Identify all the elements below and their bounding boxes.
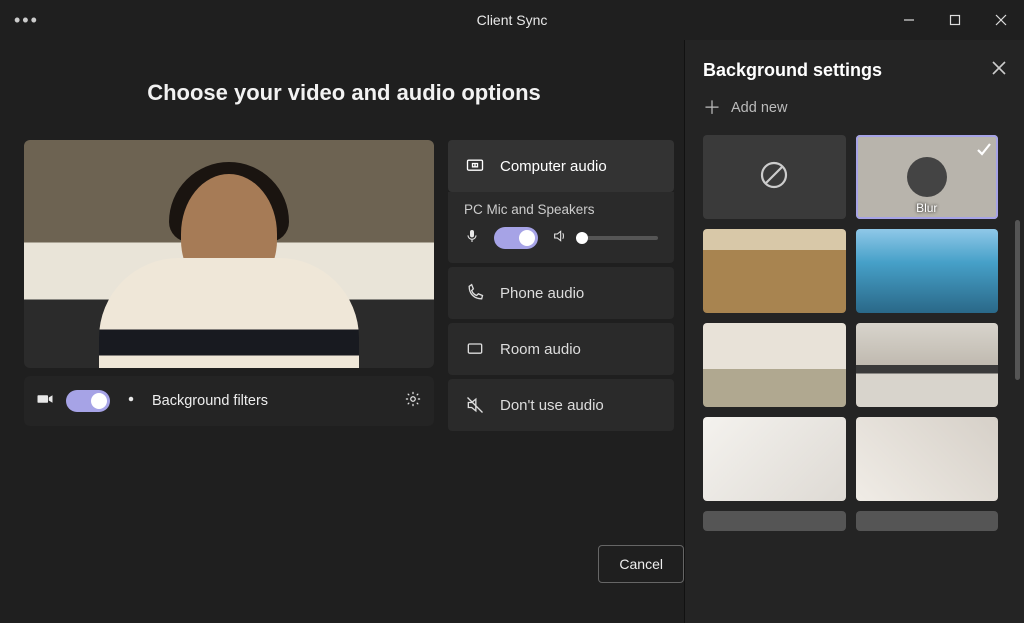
audio-option-label: Room audio — [500, 341, 581, 358]
none-icon — [759, 160, 789, 195]
add-new-background-button[interactable]: ＋ Add new — [703, 99, 1006, 117]
audio-option-phone[interactable]: Phone audio — [448, 267, 674, 319]
audio-option-label: Don't use audio — [500, 397, 604, 414]
volume-slider[interactable] — [582, 236, 658, 240]
no-audio-icon — [464, 395, 486, 415]
sidebar-scrollbar[interactable] — [1015, 220, 1020, 380]
audio-device-label: PC Mic and Speakers — [464, 202, 658, 217]
background-tile[interactable] — [856, 229, 999, 313]
window-controls — [886, 0, 1024, 40]
background-tile[interactable] — [703, 417, 846, 501]
titlebar: ••• Client Sync — [0, 0, 1024, 40]
selected-check-icon — [976, 141, 992, 157]
add-new-label: Add new — [731, 100, 787, 116]
mic-icon — [464, 228, 480, 249]
phone-audio-icon — [464, 283, 486, 303]
background-settings-panel: Background settings ＋ Add new Blur — [684, 40, 1024, 623]
mic-toggle[interactable] — [494, 227, 538, 249]
pre-join-pane: Choose your video and audio options — [0, 40, 684, 623]
background-tile[interactable] — [703, 229, 846, 313]
audio-option-room[interactable]: Room audio — [448, 323, 674, 375]
page-heading: Choose your video and audio options — [24, 80, 664, 106]
maximize-button[interactable] — [932, 0, 978, 40]
sidebar-close-button[interactable] — [992, 61, 1006, 80]
avatar-placeholder-icon — [907, 157, 947, 197]
audio-option-label: Phone audio — [500, 285, 584, 302]
close-window-button[interactable] — [978, 0, 1024, 40]
more-menu-button[interactable]: ••• — [0, 10, 53, 31]
camera-icon — [36, 390, 54, 413]
background-grid: Blur — [703, 135, 1006, 531]
background-tile[interactable] — [703, 511, 846, 531]
sidebar-title: Background settings — [703, 60, 882, 81]
device-settings-button[interactable] — [404, 390, 422, 413]
audio-option-none[interactable]: Don't use audio — [448, 379, 674, 431]
video-controls-bar: Background filters — [24, 376, 434, 426]
camera-toggle[interactable] — [66, 390, 110, 412]
audio-option-label: Computer audio — [500, 158, 607, 175]
audio-column: Computer audio PC Mic and Speakers — [448, 140, 674, 431]
background-filters-button[interactable]: Background filters — [152, 393, 268, 409]
speaker-icon — [552, 228, 568, 249]
background-tile[interactable] — [703, 323, 846, 407]
video-preview — [24, 140, 434, 368]
effects-icon — [122, 390, 140, 413]
window-title: Client Sync — [0, 12, 1024, 28]
room-audio-icon — [464, 339, 486, 359]
background-tile-label: Blur — [856, 201, 999, 215]
audio-option-computer[interactable]: Computer audio — [448, 140, 674, 192]
background-tile-none[interactable] — [703, 135, 846, 219]
computer-audio-icon — [464, 156, 486, 176]
minimize-button[interactable] — [886, 0, 932, 40]
background-tile-blur[interactable]: Blur — [856, 135, 999, 219]
cancel-button[interactable]: Cancel — [598, 545, 684, 583]
video-column: Background filters — [24, 140, 434, 431]
computer-audio-details: PC Mic and Speakers — [448, 192, 674, 263]
background-tile[interactable] — [856, 417, 999, 501]
background-tile[interactable] — [856, 323, 999, 407]
plus-icon: ＋ — [703, 99, 721, 117]
background-tile[interactable] — [856, 511, 999, 531]
